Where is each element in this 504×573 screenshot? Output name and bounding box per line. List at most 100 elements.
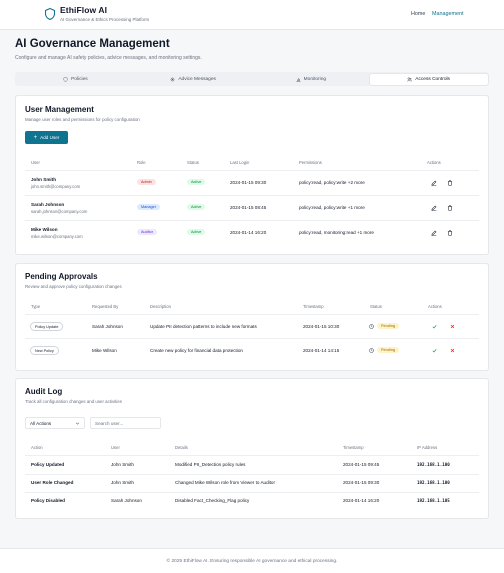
approve-check-icon[interactable] (432, 348, 437, 353)
audit-details: Changed Mike Wilson role from Viewer to … (175, 480, 276, 485)
column-header: Requested By (92, 304, 119, 309)
audit-ip-address: 192.168.1.105 (417, 498, 450, 503)
nav-home-link[interactable]: Home (411, 11, 425, 17)
column-header: Last Login (230, 160, 250, 165)
request-description: Update PII detection patterns to include… (150, 324, 257, 329)
page-subtitle: Configure and manage AI safety policies,… (15, 55, 202, 61)
audit-details: Disabled Fact_Checking_Flag policy (175, 498, 250, 503)
tab-label: Access Controls (415, 76, 450, 82)
audit-timestamp: 2024-01-15 09:30 (343, 480, 380, 485)
column-header: Status (370, 304, 382, 309)
tab-monitoring[interactable]: Monitoring (252, 74, 370, 85)
audit-timestamp: 2024-01-14 16:20 (343, 498, 380, 503)
divider (25, 170, 479, 171)
column-header: Status (187, 160, 199, 165)
audit-action: Policy Updated (31, 462, 65, 467)
add-user-label: Add User (40, 135, 60, 140)
shield-icon (63, 76, 68, 82)
role-badge: Manager (137, 204, 160, 210)
user-email: john.smith@company.com (31, 184, 81, 189)
request-timestamp: 2024-01-15 10:30 (303, 324, 340, 329)
request-type-badge: Policy Update (30, 322, 64, 331)
last-login: 2024-01-14 16:20 (230, 230, 267, 235)
reject-x-icon[interactable] (450, 348, 455, 353)
requested-by: Mike Wilson (92, 348, 117, 353)
divider (25, 220, 479, 221)
divider (25, 474, 479, 475)
clock-icon (369, 324, 374, 329)
edit-icon[interactable] (431, 230, 437, 236)
status-badge: Active (187, 229, 206, 235)
management-tabs: Policies Advice Messages Monitoring Acce… (15, 72, 489, 86)
audit-timestamp: 2024-01-15 09:45 (343, 462, 380, 467)
last-login: 2024-01-15 09:30 (230, 180, 267, 185)
status-badge: Pending (377, 347, 399, 353)
footer-copyright: © 2025 EthiFlow AI. Ensuring responsible… (166, 559, 338, 564)
column-header: Action (31, 445, 43, 450)
user-management-card: User Management Manage user roles and pe… (15, 95, 489, 255)
status-badge: Pending (377, 323, 399, 329)
tab-label: Monitoring (303, 76, 327, 82)
page-footer: © 2025 EthiFlow AI. Ensuring responsible… (0, 548, 504, 573)
card-title: Audit Log (25, 387, 63, 396)
request-timestamp: 2024-01-14 14:15 (303, 348, 340, 353)
audit-action: Policy Disabled (31, 498, 65, 503)
tab-policies[interactable]: Policies (17, 74, 135, 85)
permissions: policy:read, policy:write +2 more (299, 180, 365, 185)
trash-icon[interactable] (447, 205, 453, 211)
plus-icon: + (33, 134, 38, 141)
card-subtitle: Review and approve policy configuration … (25, 284, 122, 289)
reject-x-icon[interactable] (450, 324, 455, 329)
user-name: John Smith (31, 177, 57, 182)
column-header: Type (31, 304, 41, 309)
trash-icon[interactable] (447, 230, 453, 236)
divider (25, 455, 479, 456)
status-badge: Active (187, 179, 206, 185)
column-header: Permissions (299, 160, 322, 165)
page-title: AI Governance Management (15, 38, 170, 50)
edit-icon[interactable] (431, 180, 437, 186)
audit-user: John Smith (111, 462, 134, 467)
permissions: policy:read, policy:write +1 more (299, 205, 365, 210)
column-header: User (111, 445, 120, 450)
column-header: User (31, 160, 40, 165)
divider (25, 195, 479, 196)
column-header: Actions (428, 304, 442, 309)
user-email: mike.wilson@company.com (31, 234, 83, 239)
audit-details: Modified PII_Detection policy rules (175, 462, 246, 467)
chevron-down-icon (75, 422, 80, 425)
add-user-button[interactable]: + Add User (25, 131, 68, 144)
audit-action: User Role Changed (31, 480, 74, 485)
role-badge: Auditor (137, 229, 158, 235)
column-header: Timestamp (343, 445, 364, 450)
nav-management-link[interactable]: Management (432, 11, 463, 17)
audit-ip-address: 192.168.1.100 (417, 462, 450, 467)
shield-logo-icon (45, 8, 55, 20)
bar-chart-icon (296, 77, 301, 82)
card-subtitle: Track all configuration changes and user… (25, 399, 122, 404)
approve-check-icon[interactable] (432, 324, 437, 329)
column-header: IP Address (417, 445, 438, 450)
brand-name[interactable]: EthiFlow AI (60, 5, 107, 15)
audit-user: Sarah Johnson (111, 498, 142, 503)
card-title: Pending Approvals (25, 272, 98, 281)
card-subtitle: Manage user roles and permissions for po… (25, 117, 140, 122)
trash-icon[interactable] (447, 180, 453, 186)
audit-ip-address: 192.168.1.100 (417, 480, 450, 485)
tab-access-controls[interactable]: Access Controls (369, 73, 488, 85)
request-type-badge: New Policy (30, 346, 59, 355)
divider (25, 492, 479, 493)
action-filter-select[interactable]: All Actions (25, 417, 85, 429)
search-user-input[interactable]: Search user... (90, 417, 161, 429)
user-name: Mike Wilson (31, 227, 58, 232)
requested-by: Sarah Johnson (92, 324, 123, 329)
tab-advice-messages[interactable]: Advice Messages (134, 74, 252, 85)
last-login: 2024-01-15 08:45 (230, 205, 267, 210)
role-badge: Admin (137, 179, 156, 185)
users-icon (407, 77, 413, 81)
status-badge: Active (187, 204, 206, 210)
edit-icon[interactable] (431, 205, 437, 211)
divider (25, 314, 479, 315)
user-name: Sarah Johnson (31, 202, 65, 207)
card-title: User Management (25, 105, 94, 114)
